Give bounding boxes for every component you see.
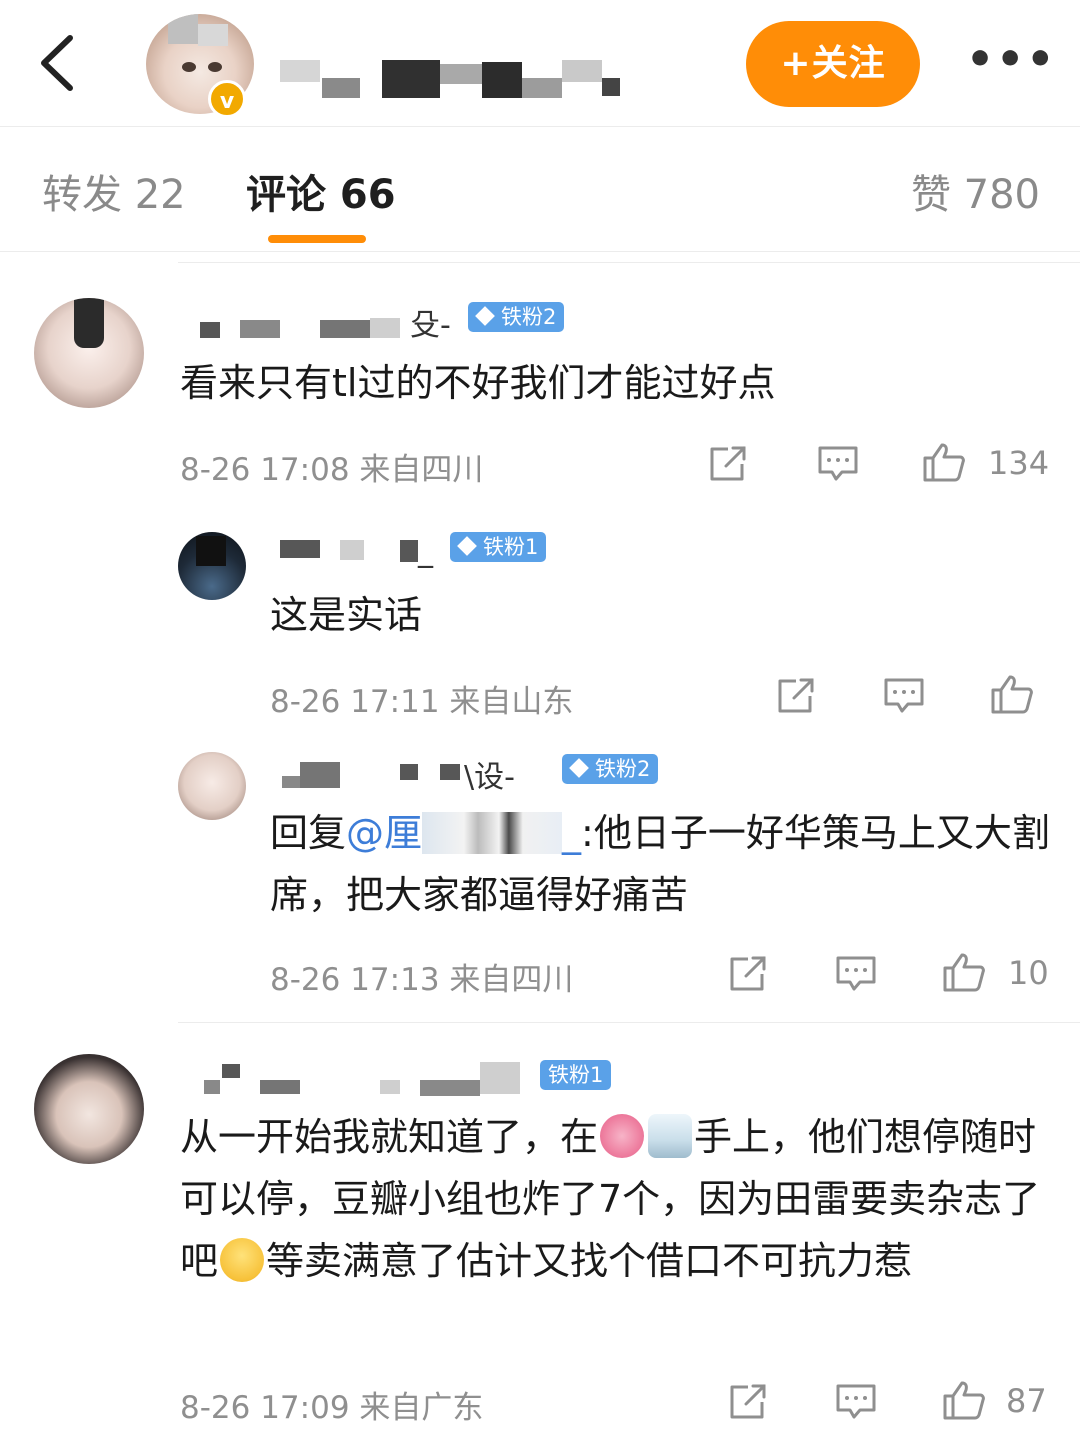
more-options-icon[interactable]: ••• <box>966 38 1054 86</box>
verified-badge-icon: v <box>208 80 246 118</box>
follow-button[interactable]: +关注 <box>746 21 920 107</box>
share-icon[interactable] <box>726 1382 770 1422</box>
commenter-avatar[interactable] <box>34 298 144 408</box>
flower-emoji-icon <box>600 1114 645 1158</box>
crying-face-emoji-icon <box>220 1238 265 1282</box>
comment-meta: 8-26 17:08 来自四川 <box>180 452 484 488</box>
commenter-name-tail: 殳- <box>410 308 451 343</box>
active-tab-indicator <box>268 235 366 243</box>
replier-avatar[interactable] <box>178 532 246 600</box>
tab-likes[interactable]: 赞 780 <box>911 162 1040 220</box>
replier-name-tail: \设- <box>464 760 515 795</box>
diamond-icon <box>457 536 477 556</box>
reply-text: 回复@厘 _:他日子一好华策马上又大割席，把大家都逼得好痛苦 <box>270 811 1050 917</box>
replier-name-tail: _ <box>418 534 433 569</box>
tab-comments[interactable]: 评论 66 <box>246 162 396 220</box>
mention-link[interactable]: @厘 <box>346 811 422 855</box>
reply-meta: 8-26 17:13 来自四川 <box>270 962 574 998</box>
share-icon[interactable] <box>706 444 750 484</box>
tab-reposts[interactable]: 转发 22 <box>42 162 186 220</box>
comment-icon[interactable] <box>834 954 878 994</box>
comment-meta: 8-26 17:09 来自广东 <box>180 1390 484 1426</box>
like-count: 10 <box>1008 954 1049 992</box>
share-icon[interactable] <box>774 676 818 716</box>
reply-text: 这是实话 <box>270 593 423 637</box>
comment-text: 从一开始我就知道了，在 手上，他们想停随时可以停，豆瓣小组也炸了7个，因为田雷要卖… <box>180 1114 1041 1283</box>
comment-text: 看来只有tl过的不好我们才能过好点 <box>180 361 776 405</box>
like-count: 134 <box>988 444 1050 482</box>
toilet-emoji-icon <box>648 1114 693 1158</box>
thumbs-up-icon[interactable] <box>990 674 1034 714</box>
fan-level-badge: 铁粉2 <box>468 302 565 332</box>
commenter-avatar[interactable] <box>34 1054 144 1164</box>
thumbs-up-icon[interactable] <box>942 1380 986 1420</box>
divider <box>178 262 1080 263</box>
top-bar: v +关注 ••• <box>0 0 1080 127</box>
thumbs-up-icon[interactable] <box>942 952 986 992</box>
diamond-icon <box>475 306 495 326</box>
thumbs-up-icon[interactable] <box>922 442 966 482</box>
divider <box>178 1022 1080 1023</box>
fan-level-badge: 铁粉1 <box>540 1060 612 1090</box>
reply-meta: 8-26 17:11 来自山东 <box>270 684 574 720</box>
tab-bar: 转发 22 评论 66 赞 780 <box>0 127 1080 252</box>
fan-level-badge: 铁粉2 <box>562 754 659 784</box>
obscured-mention-name <box>422 812 563 854</box>
share-icon[interactable] <box>726 954 770 994</box>
back-arrow-icon[interactable] <box>34 32 84 94</box>
diamond-icon <box>569 758 589 778</box>
comment-icon[interactable] <box>882 676 926 716</box>
comment-icon[interactable] <box>834 1382 878 1422</box>
fan-level-badge: 铁粉1 <box>450 532 547 562</box>
comment-icon[interactable] <box>816 444 860 484</box>
replier-avatar[interactable] <box>178 752 246 820</box>
like-count: 87 <box>1006 1382 1047 1420</box>
